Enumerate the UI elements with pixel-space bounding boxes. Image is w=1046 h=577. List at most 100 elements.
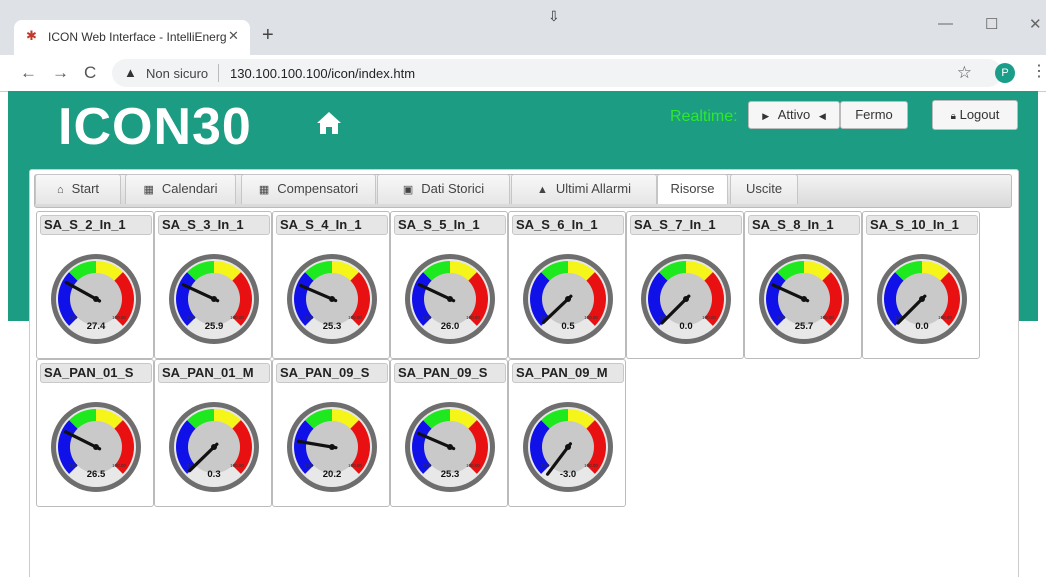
forward-icon[interactable]: →	[52, 63, 69, 83]
gauge-label: SA_PAN_09_S	[394, 363, 506, 383]
tab-ultimi-allarmi[interactable]: ▲ Ultimi Allarmi	[511, 174, 657, 204]
gauge-card[interactable]: SA_S_8_In_1 0.00 100.00 25.7	[744, 211, 862, 359]
gauge-value: 27.4	[87, 321, 106, 332]
new-tab-button[interactable]: +	[262, 24, 274, 47]
gauge-min-label: 0.00	[541, 463, 550, 468]
table-icon: ▦	[143, 184, 154, 196]
gauge-value: 0.5	[561, 321, 575, 332]
gauge-min-label: 0.00	[777, 315, 786, 320]
bookmark-star-icon[interactable]: ☆	[957, 63, 972, 83]
tab-label: Calendari	[161, 181, 218, 196]
gauge-label: SA_S_5_In_1	[394, 215, 506, 235]
gauge-hub	[565, 296, 571, 302]
gauge-card[interactable]: SA_S_2_In_1 0.00 100.00 27.4	[36, 211, 154, 359]
window-close-icon[interactable]: ✕	[1029, 15, 1042, 33]
home-icon: ⌂	[56, 184, 64, 196]
url-text[interactable]: 130.100.100.100/icon/index.htm	[230, 66, 415, 81]
attivo-button[interactable]: ▶ Attivo ◀	[748, 101, 840, 129]
app-logo: ICON30	[58, 98, 252, 156]
gauge-hub	[329, 444, 335, 450]
tab-label: Compensatori	[277, 181, 359, 196]
gauge-card[interactable]: SA_S_6_In_1 0.00 100.00 0.5	[508, 211, 626, 359]
gauge-max-label: 100.00	[466, 463, 480, 468]
favicon-icon: ✱	[26, 28, 37, 43]
gauge-card[interactable]: SA_PAN_01_S 0.00 100.00 26.5	[36, 359, 154, 507]
gauge-max-label: 100.00	[112, 315, 126, 320]
gauge-dial: 0.00 100.000.0	[877, 254, 967, 344]
gauge-value: 20.2	[323, 469, 342, 480]
gauge-value: 26.0	[441, 321, 460, 332]
gauge-card[interactable]: SA_S_7_In_1 0.00 100.00 0.0	[626, 211, 744, 359]
gauge-min-label: 0.00	[305, 315, 314, 320]
gauge-max-label: 100.00	[230, 315, 244, 320]
gauge-min-label: 0.00	[69, 315, 78, 320]
gauge-hub	[447, 444, 453, 450]
gauge-card[interactable]: SA_PAN_09_S 0.00 100.00 25.3	[390, 359, 508, 507]
gauge-hub	[93, 296, 99, 302]
minimize-icon[interactable]: —	[938, 15, 953, 32]
gauge-label: SA_S_10_In_1	[866, 215, 978, 235]
gauge-value: 26.5	[87, 469, 106, 480]
caret-right-icon: ▶	[762, 111, 770, 121]
warning-icon: ▲	[124, 65, 137, 80]
gauge-label: SA_S_3_In_1	[158, 215, 270, 235]
tab-label: Risorse	[670, 181, 715, 196]
home-icon[interactable]	[316, 111, 342, 135]
gauge-max-label: 100.00	[230, 463, 244, 468]
menu-dots-icon[interactable]: ⋮	[1031, 61, 1046, 81]
browser-tabstrip: ✱ ICON Web Interface - IntelliEnerg ✕ + …	[0, 0, 1046, 55]
gauge-dial: 0.00 100.00 26.5	[51, 402, 141, 492]
tab-close-icon[interactable]: ✕	[228, 28, 239, 44]
gauge-dial: 0.00 100.00 25.7	[759, 254, 849, 344]
tab-label: Uscite	[745, 181, 783, 196]
tab-label: Start	[71, 181, 100, 196]
gauge-hub	[93, 444, 99, 450]
gauge-label: SA_S_8_In_1	[748, 215, 860, 235]
gauge-max-label: 100.00	[584, 463, 598, 468]
logout-button[interactable]: 🔒︎ Logout	[932, 100, 1018, 130]
tab-uscite[interactable]: Uscite	[730, 174, 798, 204]
gauge-min-label: 0.00	[423, 463, 432, 468]
gauge-label: SA_S_4_In_1	[276, 215, 388, 235]
mouse-cursor-icon: ⇩	[548, 8, 560, 24]
gauge-card[interactable]: SA_PAN_09_S 0.00 100.00 20.2	[272, 359, 390, 507]
tab-dati-storici[interactable]: ▣ Dati Storici	[377, 174, 510, 204]
reload-icon[interactable]: C	[84, 63, 96, 83]
browser-tab-title: ICON Web Interface - IntelliEnerg	[48, 30, 227, 44]
gauge-card[interactable]: SA_S_10_In_1 0.00 100.00 0.0	[862, 211, 980, 359]
gauge-dial: 0.00 100.00 -3.0	[523, 402, 613, 492]
security-status[interactable]: Non sicuro	[146, 66, 208, 81]
tab-compensatori[interactable]: ▦ Compensatori	[241, 174, 376, 204]
gauge-dial: 0.00 100.00 26.0	[405, 254, 495, 344]
gauge-hub	[211, 296, 217, 302]
gauge-card[interactable]: SA_PAN_01_M 0.00 100.00 0.3	[154, 359, 272, 507]
gauge-hub	[565, 444, 571, 450]
table-icon: ▦	[258, 184, 270, 196]
gauge-value: 0.0	[679, 321, 692, 332]
back-icon[interactable]: ←	[20, 63, 37, 83]
gauge-min-label: 0.00	[305, 463, 314, 468]
tab-start[interactable]: ⌂ Start	[35, 174, 121, 204]
gauge-max-label: 100.00	[112, 463, 126, 468]
gauge-dial: 0.00 100.00 20.2	[287, 402, 377, 492]
gauge-hub	[211, 444, 217, 450]
gauge-card[interactable]: SA_S_4_In_1 0.00 100.00 25.3	[272, 211, 390, 359]
omnibox[interactable]: ▲ Non sicuro 130.100.100.100/icon/index.…	[112, 59, 1002, 87]
browser-tab[interactable]: ✱ ICON Web Interface - IntelliEnerg ✕	[14, 20, 250, 55]
gauge-card[interactable]: SA_S_3_In_1 0.00 100.00 25.9	[154, 211, 272, 359]
tab-calendari[interactable]: ▦ Calendari	[125, 174, 236, 204]
tab-risorse[interactable]: Risorse	[657, 174, 728, 204]
gauge-max-label: 100.00	[820, 315, 834, 320]
gauge-value: -3.0	[560, 469, 576, 480]
gauge-card[interactable]: SA_PAN_09_M 0.00 100.00 -3.0	[508, 359, 626, 507]
gauge-max-label: 100.00	[466, 315, 480, 320]
gauge-value: 25.9	[205, 321, 224, 332]
gauge-max-label: 100.00	[348, 463, 362, 468]
profile-avatar[interactable]: P	[995, 63, 1015, 83]
gauge-label: SA_PAN_09_M	[512, 363, 624, 383]
image-icon: ▣	[402, 184, 414, 196]
fermo-button[interactable]: Fermo	[840, 101, 908, 129]
gauge-card[interactable]: SA_S_5_In_1 0.00 100.00 26.0	[390, 211, 508, 359]
maximize-icon[interactable]: ☐	[985, 15, 998, 33]
gauge-label: SA_S_6_In_1	[512, 215, 624, 235]
